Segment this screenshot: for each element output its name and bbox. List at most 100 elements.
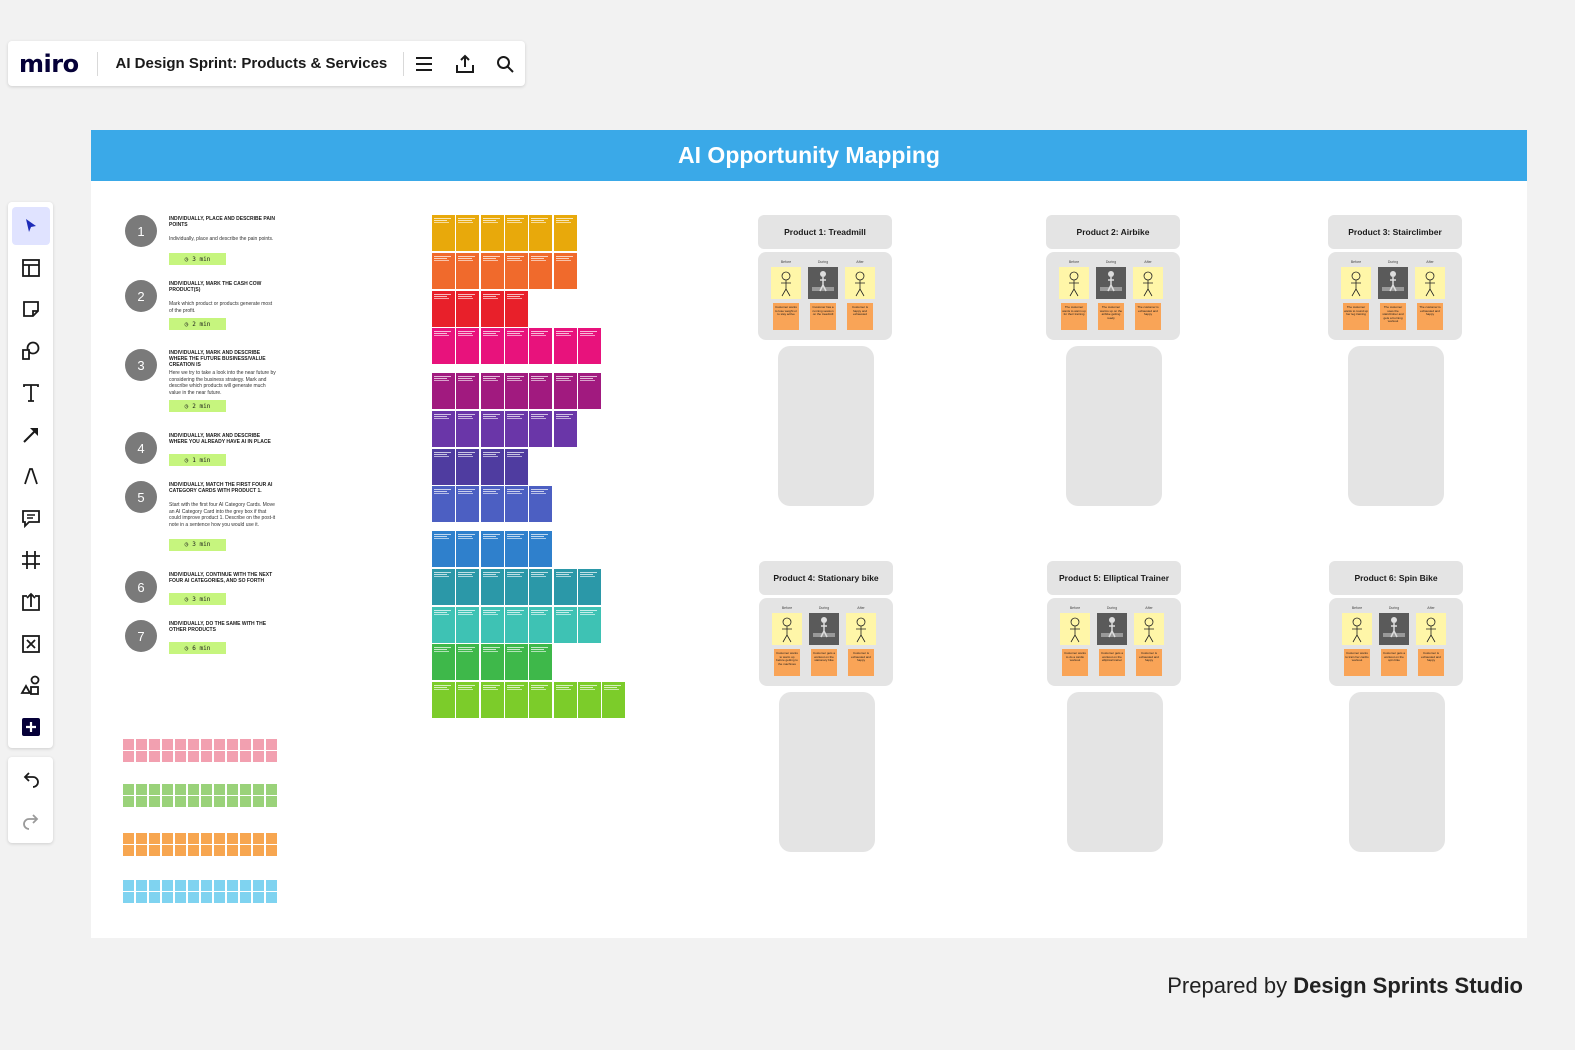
sticky-note[interactable] [188, 751, 199, 762]
ai-category-card[interactable] [456, 682, 480, 718]
ai-category-card[interactable] [553, 569, 577, 605]
sticky-note[interactable] [227, 796, 238, 807]
sticky-note[interactable] [253, 739, 264, 750]
ai-category-card[interactable] [456, 215, 480, 251]
sticky-note[interactable] [227, 892, 238, 903]
ai-category-card[interactable] [432, 449, 455, 485]
sticky-note[interactable] [136, 880, 147, 891]
sticky-note[interactable] [123, 751, 134, 762]
sticky-note[interactable] [175, 751, 186, 762]
shapes-tool[interactable] [12, 332, 50, 370]
comment-tool[interactable] [12, 499, 50, 537]
ai-category-card[interactable] [432, 569, 455, 605]
sticky-note[interactable] [188, 845, 199, 856]
sticky-note[interactable] [136, 892, 147, 903]
menu-button[interactable] [404, 43, 444, 85]
ai-category-card[interactable] [504, 531, 528, 567]
sticky-note[interactable] [214, 796, 225, 807]
ai-category-card[interactable] [432, 291, 455, 327]
sticky-note[interactable] [240, 880, 251, 891]
product-header[interactable]: Product 2: Airbike [1046, 215, 1180, 249]
board-title[interactable]: AI Design Sprint: Products & Services [98, 55, 404, 72]
sticky-note[interactable] [136, 845, 147, 856]
sticky-note[interactable] [253, 892, 264, 903]
sticky-note[interactable] [188, 739, 199, 750]
product-header[interactable]: Product 4: Stationary bike [759, 561, 893, 595]
sticky-note[interactable] [240, 845, 251, 856]
sticky-note[interactable] [253, 833, 264, 844]
sticky-note[interactable] [136, 784, 147, 795]
sticky-note[interactable] [162, 845, 173, 856]
ai-category-card[interactable] [529, 644, 553, 680]
sticky-note[interactable] [240, 751, 251, 762]
ai-card-drop-zone[interactable] [1348, 346, 1444, 506]
sticky-note[interactable] [162, 751, 173, 762]
ai-category-card[interactable] [553, 411, 577, 447]
ai-category-card[interactable] [553, 215, 577, 251]
ai-category-card[interactable] [529, 531, 553, 567]
ai-category-card[interactable] [432, 531, 455, 567]
undo-button[interactable] [12, 760, 50, 798]
journey-sticky-note[interactable]: Customer has a running session on the tr… [810, 303, 836, 330]
sticky-note[interactable] [123, 796, 134, 807]
journey-sticky-note[interactable]: The customer wants to round up her leg t… [1343, 303, 1369, 330]
ai-category-card[interactable] [456, 569, 480, 605]
sticky-note[interactable] [162, 784, 173, 795]
ai-card-drop-zone[interactable] [1067, 692, 1163, 852]
journey-sticky-note[interactable]: Customer gets a workout on the elliptica… [1099, 649, 1125, 676]
ai-category-card[interactable] [456, 253, 480, 289]
redo-button[interactable] [12, 802, 50, 840]
sticky-note[interactable] [253, 751, 264, 762]
ai-category-card[interactable] [480, 215, 504, 251]
sticky-note[interactable] [162, 739, 173, 750]
ai-category-card[interactable] [432, 486, 455, 522]
ai-category-card[interactable] [577, 569, 601, 605]
sticky-note[interactable] [149, 833, 160, 844]
sticky-note[interactable] [123, 892, 134, 903]
ai-category-card[interactable] [529, 253, 553, 289]
ai-category-card[interactable] [432, 215, 455, 251]
ai-category-card[interactable] [432, 328, 455, 364]
journey-sticky-note[interactable]: Customer wants to do a cardio workout [1062, 649, 1088, 676]
ai-category-card[interactable] [553, 253, 577, 289]
ai-category-card[interactable] [529, 328, 553, 364]
sticky-note[interactable] [253, 784, 264, 795]
sticky-note[interactable] [214, 845, 225, 856]
ai-category-card[interactable] [504, 607, 528, 643]
ai-category-card[interactable] [456, 486, 480, 522]
sticky-note[interactable] [201, 796, 212, 807]
journey-sticky-note[interactable]: The customer is exhausted and happy [1417, 303, 1443, 330]
sticky-note[interactable] [227, 845, 238, 856]
sticky-note[interactable] [253, 796, 264, 807]
sticky-note[interactable] [266, 892, 277, 903]
journey-sticky-note[interactable]: The customer is exhausted and happy [1135, 303, 1161, 330]
sticky-note[interactable] [253, 880, 264, 891]
product-header[interactable]: Product 3: Stairclimber [1328, 215, 1462, 249]
ai-category-card[interactable] [504, 486, 528, 522]
ai-category-card[interactable] [553, 373, 577, 409]
ai-category-card[interactable] [504, 291, 528, 327]
ai-category-card[interactable] [480, 486, 504, 522]
ai-category-card[interactable] [456, 411, 480, 447]
journey-sticky-note[interactable]: Customer wants to train her cardio worko… [1344, 649, 1370, 676]
ai-category-card[interactable] [480, 449, 504, 485]
ai-card-drop-zone[interactable] [779, 692, 875, 852]
product-header[interactable]: Product 6: Spin Bike [1329, 561, 1463, 595]
sticky-note[interactable] [175, 845, 186, 856]
ai-category-card[interactable] [529, 607, 553, 643]
apps-tool[interactable] [12, 666, 50, 704]
export-button[interactable] [444, 43, 484, 85]
sticky-note[interactable] [175, 796, 186, 807]
sticky-note[interactable] [175, 739, 186, 750]
journey-sticky-note[interactable]: Customer is exhausted and happy [1136, 649, 1162, 676]
ai-category-card[interactable] [602, 682, 626, 718]
sticky-note[interactable] [149, 751, 160, 762]
sticky-note[interactable] [201, 751, 212, 762]
ai-category-card[interactable] [504, 682, 528, 718]
sticky-note[interactable] [162, 833, 173, 844]
ai-category-card[interactable] [529, 215, 553, 251]
ai-category-card[interactable] [553, 682, 577, 718]
ai-category-card[interactable] [504, 253, 528, 289]
sticky-note[interactable] [227, 833, 238, 844]
ai-category-card[interactable] [480, 253, 504, 289]
